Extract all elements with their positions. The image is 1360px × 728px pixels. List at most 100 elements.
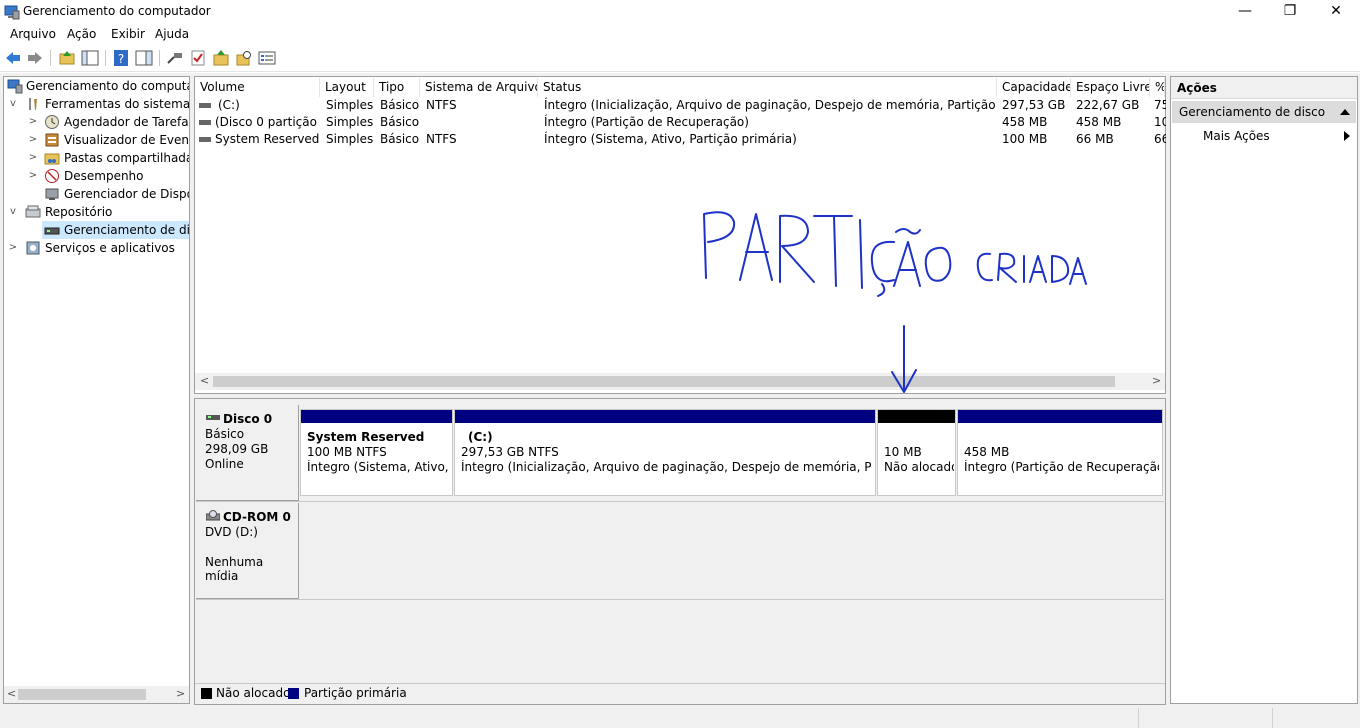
partition-size: 297,53 GB NTFS bbox=[461, 445, 559, 459]
chevron-down-icon[interactable]: v bbox=[8, 203, 18, 221]
volume-drive-icon bbox=[199, 103, 211, 108]
storage-icon bbox=[25, 205, 41, 218]
tree-root[interactable]: Gerenciamento do computador bbox=[5, 77, 189, 95]
scroll-left-icon[interactable]: < bbox=[200, 374, 209, 387]
legend-unallocated-label: Não alocado bbox=[216, 686, 291, 700]
legend-unallocated-swatch bbox=[201, 688, 212, 699]
device-manager-icon bbox=[45, 188, 59, 200]
tree-item-gerenciamento-disco[interactable]: Gerenciamento de disco bbox=[42, 221, 189, 239]
partition-status: Íntegro (Sistema, Ativo, Pa bbox=[307, 460, 452, 474]
menu-arquivo[interactable]: Arquivo bbox=[10, 27, 56, 41]
disk-name: Disco 0 bbox=[223, 412, 273, 426]
partition-system-reserved[interactable]: System Reserved 100 MB NTFS Íntegro (Sis… bbox=[300, 409, 453, 496]
tree-item-pastas[interactable]: > Pastas compartilhadas bbox=[5, 149, 189, 167]
toolbar-separator bbox=[50, 50, 51, 66]
scroll-right-icon[interactable]: > bbox=[1152, 374, 1161, 387]
column-header-sistema-arquivos[interactable]: Sistema de Arquivos bbox=[420, 78, 538, 97]
partition-c[interactable]: (C:) 297,53 GB NTFS Íntegro (Inicializaç… bbox=[454, 409, 876, 496]
minimize-button[interactable]: — bbox=[1222, 0, 1268, 24]
actions-pane: Ações Gerenciamento de disco Mais Ações bbox=[1170, 76, 1358, 704]
tree-item-label: Serviços e aplicativos bbox=[45, 241, 175, 255]
partition-title: (C:) bbox=[468, 430, 493, 444]
scroll-right-icon[interactable]: > bbox=[176, 687, 185, 700]
cell-espaco-livre: 458 MB bbox=[1076, 115, 1122, 129]
disk-0-label[interactable]: Disco 0 Básico 298,09 GB Online bbox=[196, 405, 299, 501]
actions-title: Ações bbox=[1177, 81, 1217, 95]
connect-icon[interactable] bbox=[166, 49, 184, 67]
menu-acao[interactable]: Ação bbox=[67, 27, 96, 41]
up-folder-icon[interactable] bbox=[58, 49, 76, 67]
tree-item-servicos[interactable]: > Serviços e aplicativos bbox=[5, 239, 189, 257]
back-arrow-icon[interactable] bbox=[4, 49, 22, 67]
scroll-left-icon[interactable]: < bbox=[7, 687, 16, 700]
tree-item-label: Gerenciador de Disposit bbox=[64, 187, 189, 201]
chevron-right-icon[interactable]: > bbox=[28, 149, 38, 167]
partition-size: 10 MB bbox=[884, 445, 922, 459]
more-actions-item[interactable]: Mais Ações bbox=[1172, 126, 1356, 146]
tree-horizontal-scrollbar[interactable]: < > bbox=[4, 686, 189, 703]
actions-section-label: Gerenciamento de disco bbox=[1179, 105, 1326, 119]
cell-capacidade: 100 MB bbox=[1002, 132, 1048, 146]
chevron-down-icon[interactable]: v bbox=[8, 95, 18, 113]
table-row[interactable]: (C:) Simples Básico NTFS Íntegro (Inicia… bbox=[195, 97, 1166, 114]
cell-sistema: NTFS bbox=[426, 98, 457, 112]
disk-name: CD-ROM 0 bbox=[223, 510, 291, 524]
column-header-percent[interactable]: % bbox=[1150, 78, 1165, 97]
tree-item-repositorio[interactable]: v Repositório bbox=[5, 203, 189, 221]
cell-percent: 10 bbox=[1154, 115, 1166, 129]
cell-tipo: Básico bbox=[380, 115, 420, 129]
search-icon[interactable] bbox=[235, 49, 253, 67]
status-separator bbox=[1138, 708, 1139, 728]
chevron-right-icon[interactable]: > bbox=[28, 113, 38, 131]
help-icon[interactable]: ? bbox=[112, 49, 130, 67]
status-bar bbox=[0, 706, 1360, 728]
properties-icon[interactable] bbox=[258, 49, 276, 67]
tree-item-label: Repositório bbox=[45, 205, 113, 219]
restore-button[interactable]: ❐ bbox=[1267, 0, 1313, 24]
navigation-tree: Gerenciamento do computador v Ferramenta… bbox=[3, 76, 190, 704]
tree-item-agendador[interactable]: > Agendador de Tarefas bbox=[5, 113, 189, 131]
legend-primary-swatch bbox=[288, 688, 299, 699]
partition-recovery[interactable]: 458 MB Íntegro (Partição de Recuperação) bbox=[957, 409, 1163, 496]
cell-status: Íntegro (Sistema, Ativo, Partição primár… bbox=[544, 132, 797, 146]
cell-espaco-livre: 222,67 GB bbox=[1076, 98, 1140, 112]
table-row[interactable]: System Reserved Simples Básico NTFS Ínte… bbox=[195, 131, 1166, 148]
show-hide-tree-icon[interactable] bbox=[81, 49, 99, 67]
cell-volume: (C:) bbox=[218, 98, 240, 112]
menu-ajuda[interactable]: Ajuda bbox=[155, 27, 189, 41]
table-row[interactable]: (Disco 0 partição 3) Simples Básico Ínte… bbox=[195, 114, 1166, 131]
scroll-thumb[interactable] bbox=[18, 689, 146, 700]
computer-management-icon bbox=[4, 5, 20, 20]
chevron-right-icon[interactable]: > bbox=[8, 239, 18, 257]
cdrom-0-label[interactable]: CD-ROM 0 DVD (D:) Nenhuma mídia bbox=[196, 503, 299, 599]
actions-section-disk[interactable]: Gerenciamento de disco bbox=[1172, 101, 1356, 123]
show-hide-action-pane-icon[interactable] bbox=[135, 49, 153, 67]
column-header-status[interactable]: Status bbox=[538, 78, 997, 97]
column-header-volume[interactable]: Volume bbox=[195, 78, 320, 97]
tree-item-label: Pastas compartilhadas bbox=[64, 151, 189, 165]
column-header-capacidade[interactable]: Capacidade bbox=[997, 78, 1071, 97]
column-header-layout[interactable]: Layout bbox=[320, 78, 374, 97]
tree-item-ferramentas[interactable]: v Ferramentas do sistema bbox=[5, 95, 189, 113]
tree-item-gerenciador-dispositivos[interactable]: Gerenciador de Disposit bbox=[5, 185, 189, 203]
tree-item-desempenho[interactable]: > Desempenho bbox=[5, 167, 189, 185]
cell-tipo: Básico bbox=[380, 132, 420, 146]
menu-exibir[interactable]: Exibir bbox=[111, 27, 145, 41]
check-disk-icon[interactable] bbox=[189, 49, 207, 67]
collapse-up-icon[interactable] bbox=[1340, 109, 1350, 116]
chevron-right-icon[interactable]: > bbox=[28, 131, 38, 149]
cell-percent: 66 bbox=[1154, 132, 1166, 146]
disk-icon bbox=[206, 415, 220, 420]
unallocated-space[interactable]: 10 MB Não alocado bbox=[877, 409, 956, 496]
forward-arrow-icon[interactable] bbox=[26, 49, 44, 67]
tree-item-eventos[interactable]: > Visualizador de Eventos bbox=[5, 131, 189, 149]
title-bar: Gerenciamento do computador — ❐ ✕ bbox=[0, 0, 1360, 24]
column-header-tipo[interactable]: Tipo bbox=[374, 78, 420, 97]
disk-state: Nenhuma mídia bbox=[205, 555, 264, 583]
services-icon bbox=[26, 241, 40, 255]
close-button[interactable]: ✕ bbox=[1313, 0, 1359, 24]
import-icon[interactable] bbox=[212, 49, 230, 67]
chevron-right-icon[interactable]: > bbox=[28, 167, 38, 185]
column-header-espaco-livre[interactable]: Espaço Livre bbox=[1071, 78, 1150, 97]
disk-graphical-view: Disco 0 Básico 298,09 GB Online System R… bbox=[194, 398, 1166, 705]
